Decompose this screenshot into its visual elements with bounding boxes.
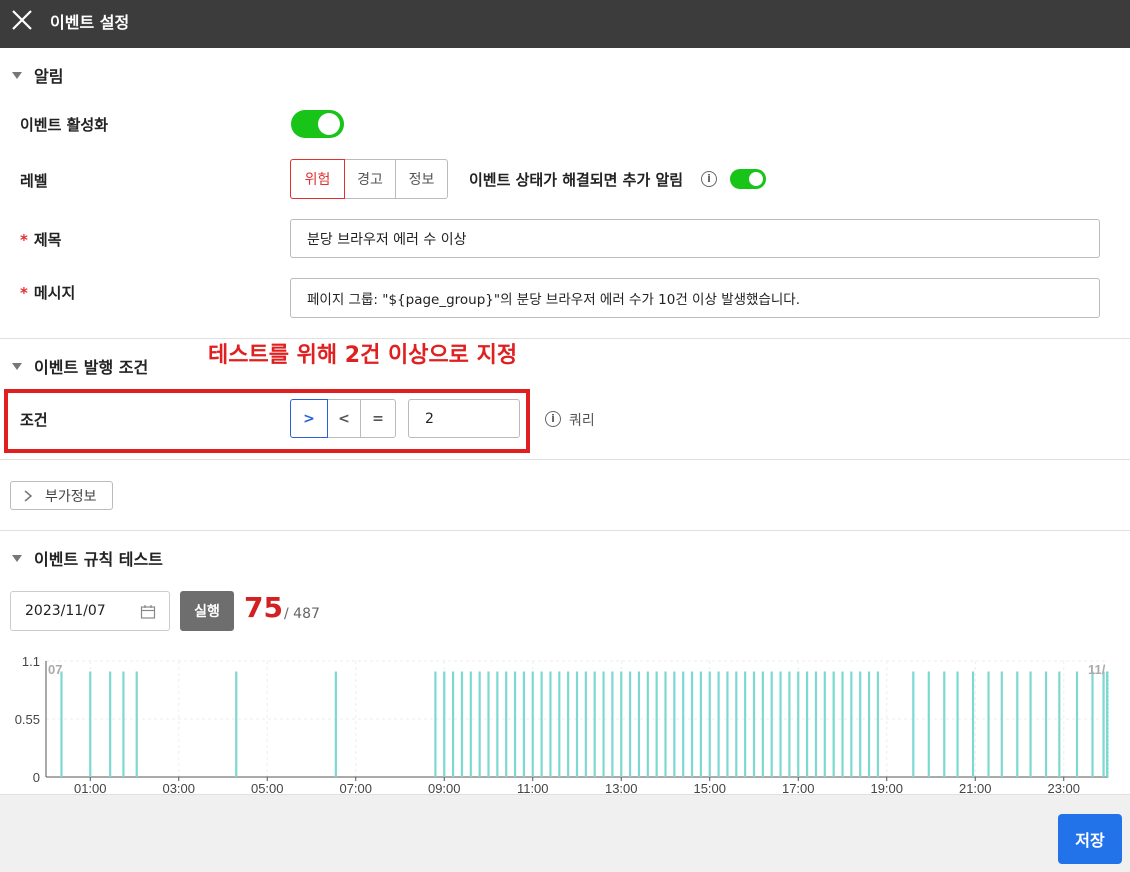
section-condition-header[interactable]: 이벤트 발행 조건 — [12, 354, 148, 378]
resolve-notify-toggle[interactable] — [730, 169, 766, 189]
collapse-triangle-icon — [12, 72, 22, 79]
operator-greater-button[interactable]: > — [290, 399, 328, 438]
message-input[interactable]: 페이지 그룹: "${page_group}"의 분당 브라우저 에러 수가 1… — [290, 278, 1100, 318]
operator-less-button[interactable]: < — [327, 399, 361, 438]
title-input[interactable]: 분당 브라우저 에러 수 이상 — [290, 219, 1100, 258]
x-tick-label: 21:00 — [959, 781, 992, 794]
run-button[interactable]: 실행 — [180, 591, 234, 631]
condition-label: 조건 — [20, 411, 48, 429]
section-alarm-header[interactable]: 알림 — [12, 63, 63, 87]
enable-toggle[interactable] — [291, 110, 344, 138]
section-test-header[interactable]: 이벤트 규칙 테스트 — [12, 546, 163, 570]
level-selector: 위험 경고 정보 — [290, 159, 448, 199]
x-tick-label: 05:00 — [251, 781, 284, 794]
total-count: / 487 — [284, 606, 320, 622]
title-bar: 이벤트 설정 — [0, 0, 1130, 48]
condition-value-input[interactable]: 2 — [408, 399, 520, 438]
operator-selector: > < = — [290, 399, 396, 438]
calendar-icon — [140, 605, 156, 619]
range-start-label: 07 — [48, 662, 62, 677]
x-tick-label: 23:00 — [1047, 781, 1080, 794]
x-tick-label: 07:00 — [339, 781, 372, 794]
info-icon[interactable]: i — [545, 411, 561, 427]
collapse-triangle-icon — [12, 363, 22, 370]
divider — [0, 530, 1130, 531]
info-icon[interactable]: i — [701, 171, 717, 187]
title-label: * 제목 — [20, 231, 62, 249]
x-tick-label: 19:00 — [870, 781, 903, 794]
x-tick-label: 11:00 — [517, 781, 549, 794]
y-tick-label: 1.1 — [22, 654, 40, 669]
resolve-notify-label: 이벤트 상태가 해결되면 추가 알림 — [469, 171, 684, 189]
x-tick-label: 13:00 — [605, 781, 638, 794]
level-critical-button[interactable]: 위험 — [290, 159, 345, 199]
divider — [0, 459, 1130, 460]
level-warning-button[interactable]: 경고 — [344, 159, 396, 199]
enable-label: 이벤트 활성화 — [20, 116, 109, 134]
x-tick-label: 01:00 — [74, 781, 107, 794]
toggle-knob — [318, 113, 340, 135]
x-tick-label: 03:00 — [162, 781, 195, 794]
operator-equal-button[interactable]: = — [360, 399, 396, 438]
annotation-text: 테스트를 위해 2건 이상으로 지정 — [208, 343, 518, 368]
divider — [0, 338, 1130, 339]
range-end-label: 11/ — [1088, 662, 1106, 677]
level-info-button[interactable]: 정보 — [395, 159, 448, 199]
extra-info-button[interactable]: 부가정보 — [10, 481, 113, 510]
footer-bar — [0, 794, 1130, 872]
x-tick-label: 09:00 — [428, 781, 461, 794]
date-picker[interactable]: 2023/11/07 — [10, 591, 170, 631]
x-tick-label: 15:00 — [693, 781, 726, 794]
event-test-chart: 1.1 0.55 0 01:00 03:00 05:00 07:00 09:00 11:00 13… — [15, 654, 1109, 794]
message-label: * 메시지 — [20, 284, 76, 302]
x-tick-label: 17:00 — [782, 781, 815, 794]
save-button[interactable]: 저장 — [1058, 814, 1122, 864]
collapse-triangle-icon — [12, 555, 22, 562]
window-title: 이벤트 설정 — [50, 13, 130, 32]
query-link[interactable]: 쿼리 — [569, 410, 595, 430]
y-tick-label: 0.55 — [15, 712, 40, 727]
toggle-knob — [749, 172, 763, 186]
matched-count: 75 — [244, 591, 283, 624]
close-icon[interactable] — [10, 8, 34, 32]
chevron-right-icon — [24, 489, 33, 502]
y-tick-label: 0 — [33, 770, 40, 785]
level-label: 레벨 — [20, 172, 48, 190]
